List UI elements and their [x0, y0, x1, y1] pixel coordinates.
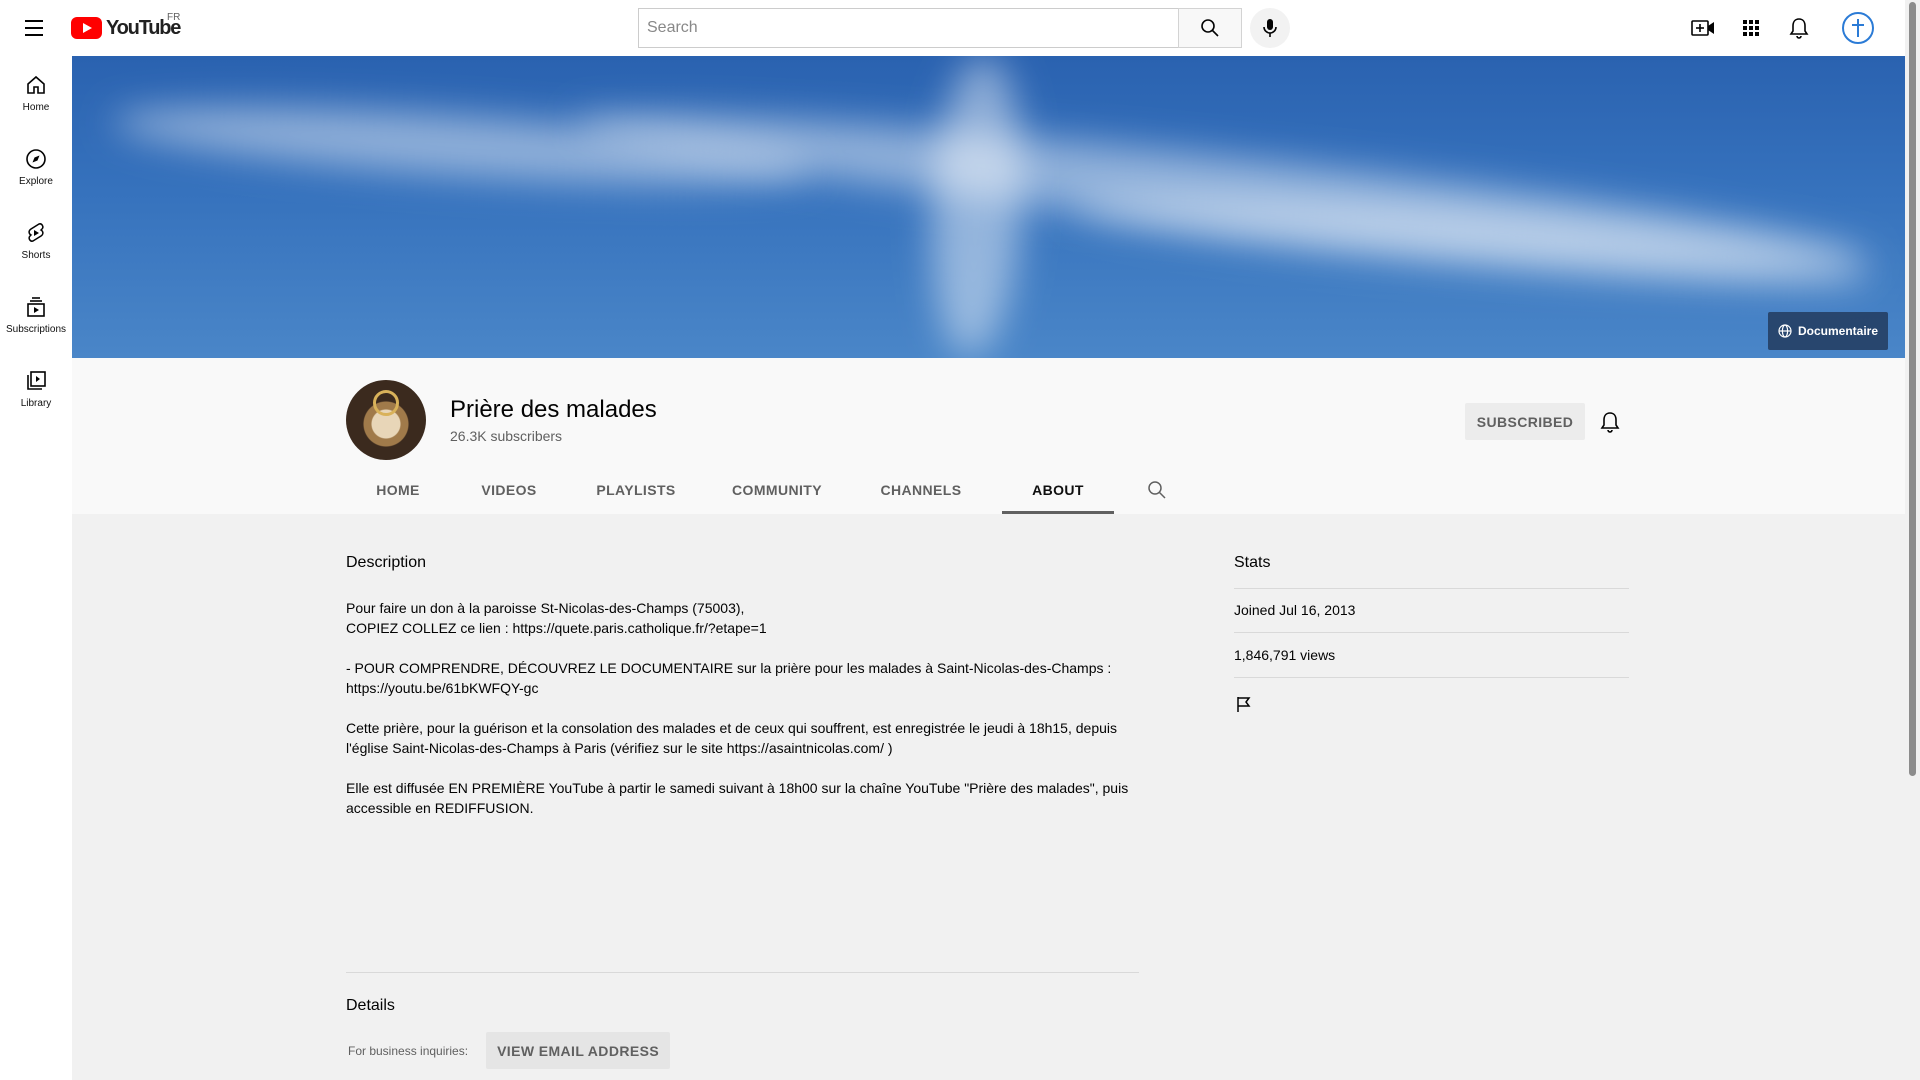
stats-title: Stats — [1234, 554, 1271, 571]
joined-date: Joined Jul 16, 2013 — [1234, 602, 1356, 618]
banner-link-label: Documentaire — [1797, 324, 1878, 338]
channel-name: Prière des malades — [450, 396, 657, 423]
business-inquiries-label: For business inquiries: — [348, 1043, 469, 1058]
tab-community[interactable]: COMMUNITY — [704, 466, 850, 514]
sidebar-item-label: Subscriptions — [5, 324, 67, 335]
tab-channels[interactable]: CHANNELS — [850, 466, 992, 514]
create-video-icon — [1691, 20, 1714, 36]
notifications-button[interactable] — [1783, 12, 1815, 44]
report-user-button[interactable] — [1234, 694, 1258, 718]
search-bar — [638, 8, 1242, 48]
sidebar-item-home[interactable]: Home — [0, 56, 72, 130]
sidebar-item-label: Home — [22, 102, 50, 113]
divider — [1234, 677, 1629, 678]
divider — [346, 972, 1139, 973]
search-button[interactable] — [1178, 8, 1242, 48]
apps-button[interactable] — [1735, 12, 1767, 44]
shorts-icon — [28, 223, 44, 242]
account-avatar[interactable] — [1842, 12, 1874, 44]
view-email-button[interactable]: VIEW EMAIL ADDRESS — [486, 1032, 671, 1069]
subscriptions-icon — [27, 297, 45, 317]
hamburger-menu-button[interactable] — [22, 14, 50, 42]
monstrance-image — [373, 390, 399, 416]
tab-about[interactable]: ABOUT — [1002, 466, 1114, 514]
details-title: Details — [346, 997, 395, 1014]
tab-home[interactable]: HOME — [346, 466, 450, 514]
sidebar-item-shorts[interactable]: Shorts — [0, 204, 72, 278]
sidebar-item-label: Explore — [19, 176, 53, 187]
tab-playlists[interactable]: PLAYLISTS — [568, 466, 704, 514]
subscriber-count: 26.3K subscribers — [450, 428, 563, 444]
microphone-icon — [1263, 19, 1277, 37]
create-button[interactable] — [1687, 12, 1719, 44]
library-icon — [27, 371, 46, 390]
page-scrollbar[interactable] — [1905, 0, 1920, 1080]
apps-grid-icon — [1743, 20, 1759, 36]
description-title: Description — [346, 554, 427, 571]
divider — [1234, 588, 1629, 589]
channel-banner: Documentaire — [72, 56, 1905, 358]
bell-icon — [1789, 18, 1809, 39]
cross-avatar-icon — [1852, 19, 1864, 37]
banner-link-documentaire[interactable]: Documentaire — [1767, 312, 1888, 350]
search-icon — [1201, 19, 1219, 37]
channel-tabs: HOME VIDEOS PLAYLISTS COMMUNITY CHANNELS… — [346, 466, 1200, 514]
search-input[interactable] — [638, 8, 1178, 48]
masthead: YouTube FR — [0, 0, 1905, 56]
channel-avatar[interactable] — [346, 380, 426, 460]
globe-icon — [1778, 324, 1792, 338]
divider — [1234, 632, 1629, 633]
tab-videos[interactable]: VIDEOS — [450, 466, 568, 514]
notification-preferences-button[interactable] — [1596, 408, 1624, 436]
channel-header: Prière des malades 26.3K subscribers SUB… — [72, 358, 1905, 514]
country-code: FR — [167, 12, 181, 23]
youtube-logo[interactable]: YouTube — [71, 17, 181, 39]
subscribed-button[interactable]: SUBSCRIBED — [1465, 403, 1585, 440]
search-icon — [1148, 481, 1166, 499]
scrollbar-thumb[interactable] — [1909, 2, 1916, 776]
flag-icon — [1237, 697, 1251, 712]
mini-guide: Home Explore Shorts Subscriptions Librar… — [0, 56, 72, 1080]
banner-cloud — [924, 56, 1030, 358]
voice-search-button[interactable] — [1250, 8, 1290, 48]
sidebar-item-library[interactable]: Library — [0, 352, 72, 426]
home-icon — [27, 75, 45, 94]
channel-search-button[interactable] — [1114, 466, 1200, 514]
sidebar-item-subscriptions[interactable]: Subscriptions — [0, 278, 72, 352]
sidebar-item-label: Shorts — [21, 250, 51, 261]
about-content: Description Pour faire un don à la paroi… — [72, 514, 1905, 1080]
sidebar-item-label: Library — [20, 398, 52, 409]
bell-icon — [1600, 412, 1620, 433]
view-count: 1,846,791 views — [1234, 647, 1336, 663]
compass-icon — [26, 149, 46, 169]
menu-icon — [25, 20, 43, 36]
description-text: Pour faire un don à la paroisse St-Nicol… — [346, 600, 1129, 816]
details-row: For business inquiries: VIEW EMAIL ADDRE… — [346, 1032, 671, 1069]
youtube-play-icon — [71, 17, 102, 39]
sidebar-item-explore[interactable]: Explore — [0, 130, 72, 204]
